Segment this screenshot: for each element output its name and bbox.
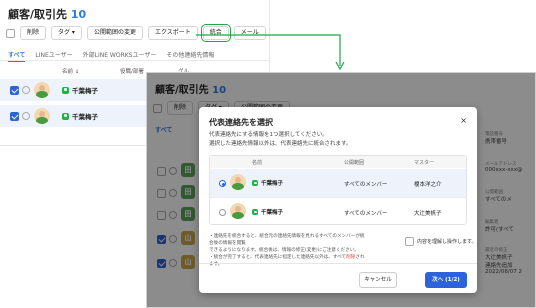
composite-screenshot: 顧客/取引先 10 削除 タグ ▾ 公開範囲の変更 エクスポート 統合 メール … (0, 0, 536, 308)
page-title: 顧客/取引先 10 (8, 8, 87, 21)
table-row[interactable]: 千葉梅子 すべてのメンバー 榎本洋之介 (210, 169, 466, 197)
change-scope-button[interactable]: 公開範囲の変更 (86, 26, 143, 40)
master-value: 榎本洋之介 (414, 182, 442, 188)
agree-option[interactable]: 内容を理解し操作します。 (405, 237, 477, 246)
avatar (34, 108, 50, 124)
agree-label: 内容を理解し操作します。 (417, 239, 477, 245)
dialog-footer: キャンセル 次へ (1/2) (199, 263, 477, 293)
table-header: 名前 公開範囲 マスター (210, 156, 466, 168)
avatar (34, 82, 50, 98)
mail-button[interactable]: メール (233, 26, 266, 40)
contact-name: 千葉梅子 (62, 85, 98, 95)
merge-button[interactable]: 統合 (200, 24, 231, 42)
scope-value: すべてのメンバー (344, 182, 388, 188)
export-button[interactable]: エクスポート (147, 26, 198, 40)
column-scope: 公開範囲 (344, 160, 365, 166)
row-checkbox[interactable] (10, 112, 19, 121)
contact-choice-table: 名前 公開範囲 マスター 千葉梅子 すべてのメンバー 榎本洋之介 千葉梅子 すべ… (209, 155, 467, 225)
dialog-title: 代表連絡先を選択 (209, 118, 273, 127)
master-value: 大辻美帆子 (414, 211, 442, 217)
row-checkbox[interactable] (10, 86, 19, 95)
column-master: マスター (414, 160, 435, 166)
next-button[interactable]: 次へ (1/2) (425, 272, 467, 288)
avatar (230, 203, 246, 219)
merge-dialog-window: 顧客/取引先 10 削除 タグ ▾ 公開範囲の変更 すべて 田 田 田 山 山 … (146, 72, 536, 308)
line-icon (252, 209, 258, 215)
select-representative-dialog: 代表連絡先を選択 × 代表連絡先にする情報を1つ選択してください。 選択した連絡… (199, 107, 477, 293)
toolbar: 削除 タグ ▾ 公開範囲の変更 エクスポート 統合 メール ト (6, 24, 269, 42)
line-icon (252, 180, 258, 186)
row-radio[interactable] (219, 180, 226, 187)
select-all-checkbox[interactable] (6, 28, 15, 38)
contact-name: 千葉梅子 (252, 179, 283, 187)
delete-button[interactable]: 削除 (20, 26, 47, 40)
line-icon (62, 112, 69, 120)
dialog-description: 代表連絡先にする情報を1つ選択してください。 選択した連絡先情報以外は、代表連絡… (209, 132, 352, 147)
contact-name: 千葉梅子 (62, 111, 98, 121)
row-radio[interactable] (219, 209, 226, 216)
contact-name: 千葉梅子 (252, 208, 283, 216)
column-name[interactable]: 名前 ↓ (62, 67, 79, 75)
cancel-button[interactable]: キャンセル (359, 272, 397, 288)
divider (0, 60, 269, 61)
favorite-icon[interactable] (22, 112, 30, 120)
agree-checkbox[interactable] (405, 237, 414, 246)
favorite-icon[interactable] (22, 86, 30, 94)
column-name: 名前 (252, 160, 263, 166)
tag-button[interactable]: タグ ▾ (51, 26, 82, 40)
scope-value: すべてのメンバー (344, 211, 388, 217)
column-title[interactable]: 役職/部署 (120, 67, 144, 75)
line-icon (62, 86, 69, 94)
avatar (230, 174, 246, 190)
table-row[interactable]: 千葉梅子 すべてのメンバー 大辻美帆子 (210, 197, 466, 225)
close-icon[interactable]: × (460, 116, 467, 125)
